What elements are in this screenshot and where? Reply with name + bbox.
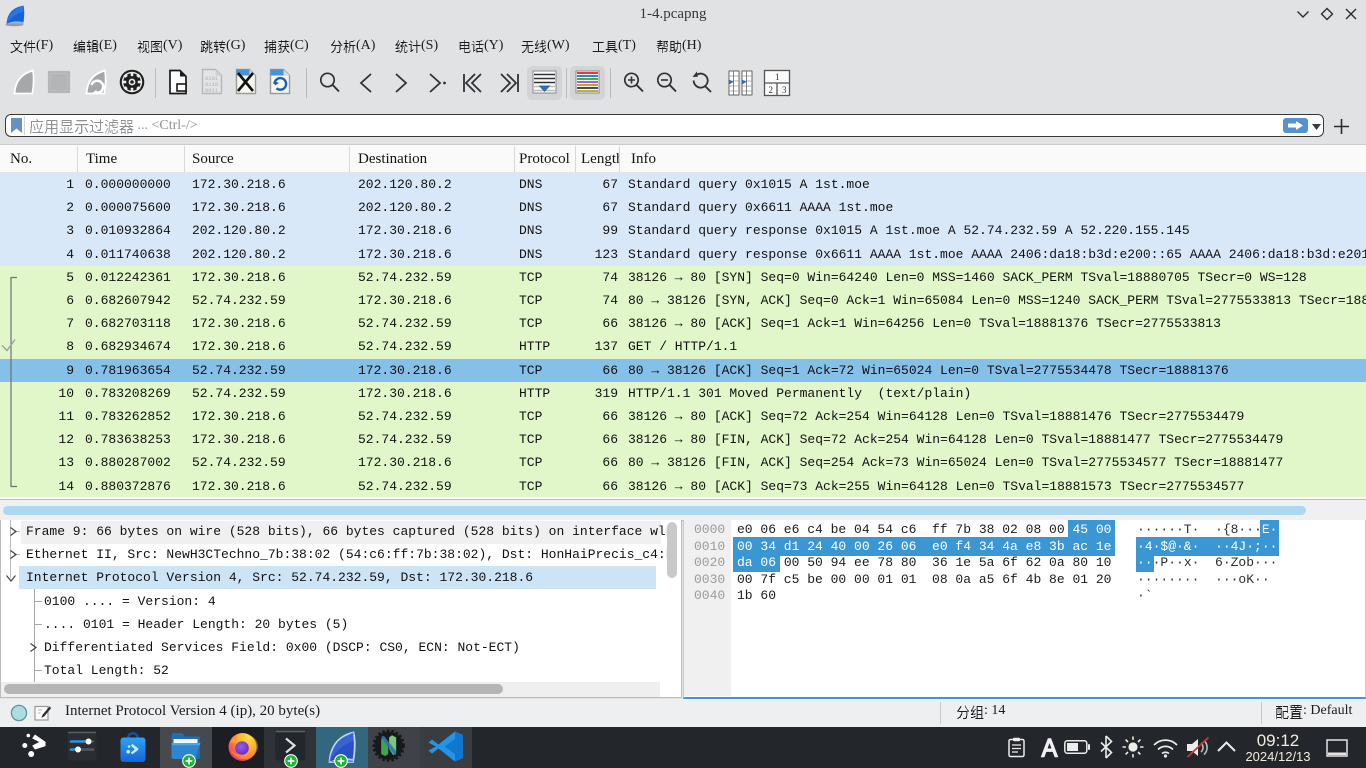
svg-text:1: 1 bbox=[775, 72, 780, 82]
svg-text:3: 3 bbox=[782, 85, 787, 95]
svg-text:2: 2 bbox=[769, 85, 774, 95]
svg-text:0011: 0011 bbox=[205, 87, 219, 94]
